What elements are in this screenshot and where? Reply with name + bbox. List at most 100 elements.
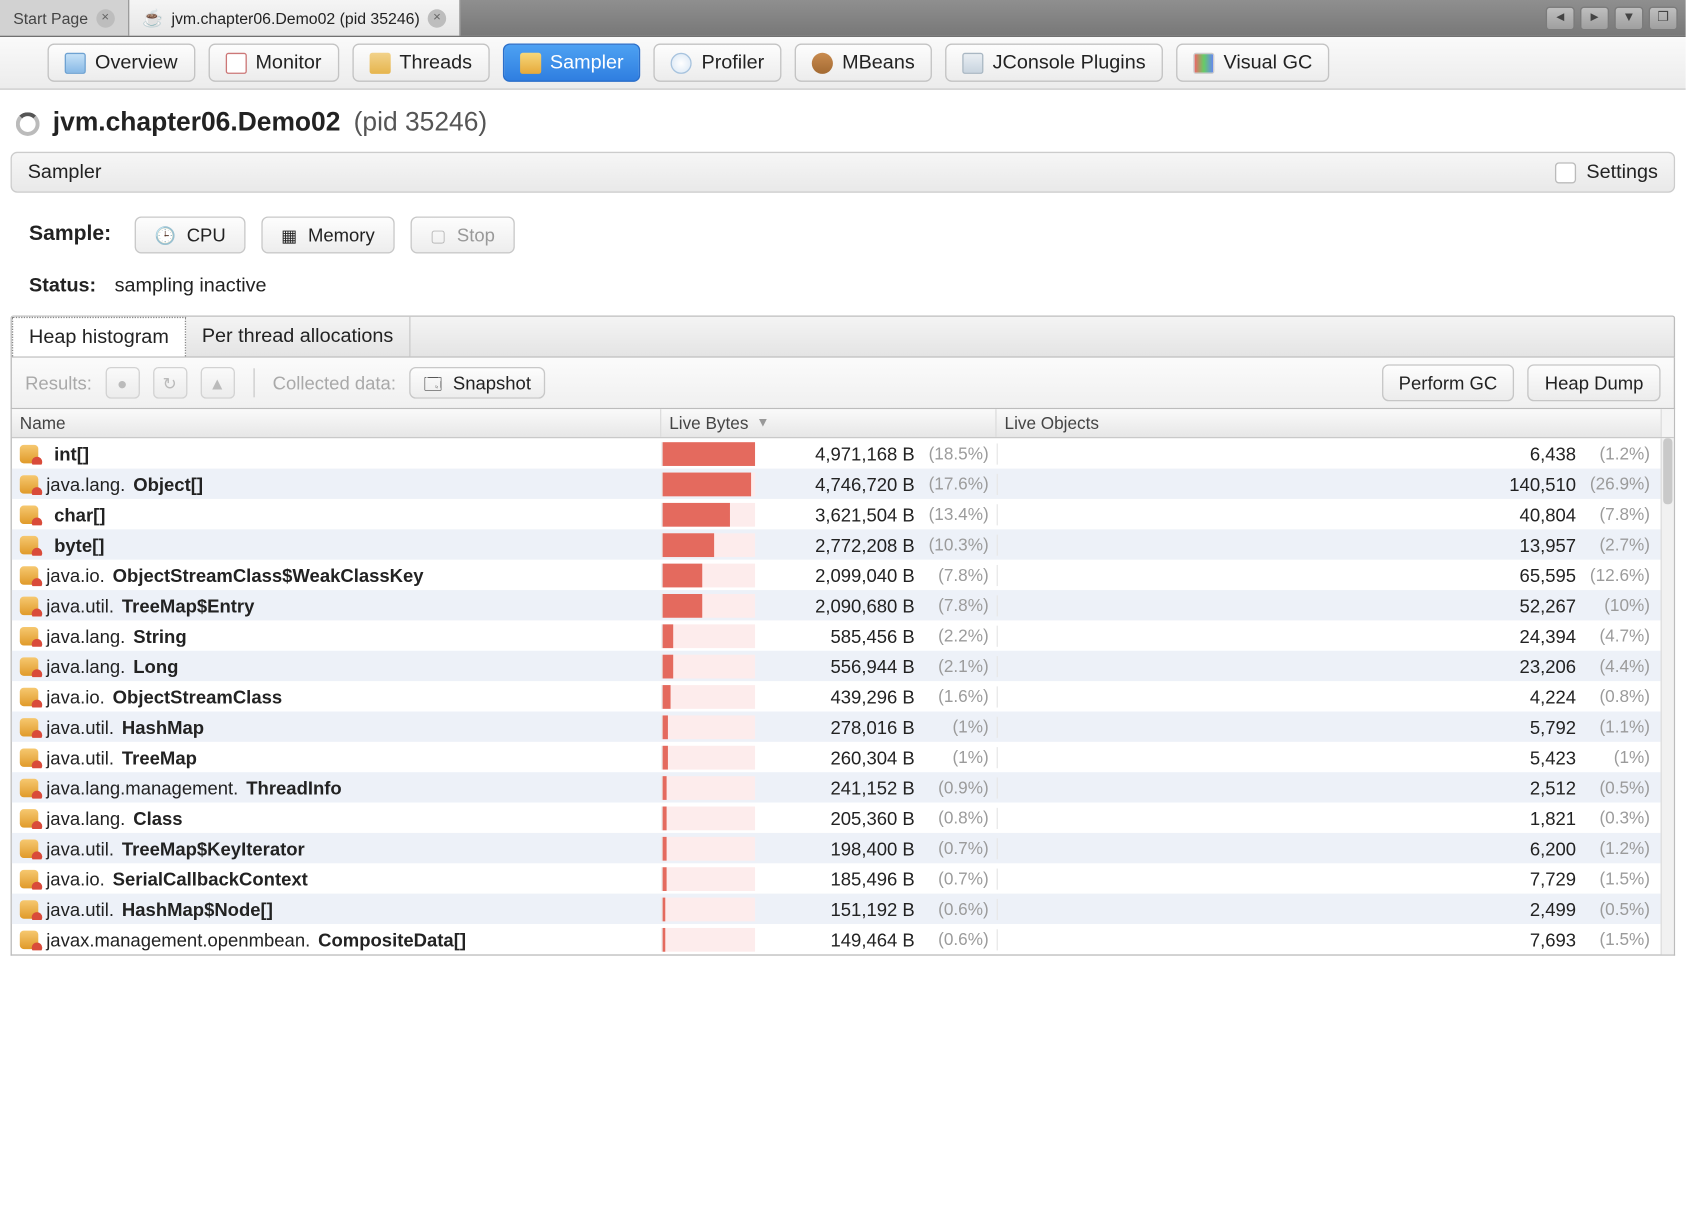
bytes-value: 3,621,504 B: [760, 504, 922, 525]
cell-bytes: 3,621,504 B(13.4%): [661, 502, 996, 526]
bytes-pct: (2.2%): [923, 626, 997, 646]
objects-value: 24,394: [998, 625, 1584, 646]
settings-toggle[interactable]: Settings: [1555, 161, 1658, 183]
tab-overview[interactable]: Overview: [48, 44, 195, 82]
tab-label: MBeans: [842, 51, 915, 73]
table-row[interactable]: java.io.ObjectStreamClass$WeakClassKey2,…: [12, 560, 1661, 590]
cell-name: java.util.TreeMap: [12, 746, 661, 767]
scrollbar-thumb[interactable]: [1663, 438, 1672, 504]
vertical-scrollbar[interactable]: [1661, 438, 1674, 954]
table-body: int[]4,971,168 B(18.5%)6,438(1.2%)java.l…: [12, 438, 1661, 954]
bar-fill: [663, 533, 714, 557]
column-live-objects[interactable]: Live Objects: [997, 409, 1661, 437]
table-row[interactable]: java.util.TreeMap$KeyIterator198,400 B(0…: [12, 833, 1661, 863]
stop-button[interactable]: ▢ Stop: [410, 216, 514, 253]
main-toolbar: Overview Monitor Threads Sampler Profile…: [0, 37, 1686, 90]
class-name: SerialCallbackContext: [113, 868, 308, 889]
table-row[interactable]: char[]3,621,504 B(13.4%)40,804(7.8%): [12, 499, 1661, 529]
class-name: TreeMap$Entry: [122, 595, 254, 616]
table-row[interactable]: javax.management.openmbean.CompositeData…: [12, 924, 1661, 954]
close-icon[interactable]: ×: [428, 9, 446, 27]
cell-objects: 6,438(1.2%): [997, 443, 1661, 464]
bar-bg: [663, 442, 755, 466]
table-row[interactable]: java.util.TreeMap260,304 B(1%)5,423(1%): [12, 742, 1661, 772]
table-row[interactable]: java.io.ObjectStreamClass439,296 B(1.6%)…: [12, 681, 1661, 711]
snapshot-button[interactable]: 🗔 Snapshot: [409, 367, 545, 399]
table-row[interactable]: java.lang.Class205,360 B(0.8%)1,821(0.3%…: [12, 803, 1661, 833]
app-tab-process[interactable]: ☕ jvm.chapter06.Demo02 (pid 35246) ×: [129, 0, 461, 36]
heap-dump-button[interactable]: Heap Dump: [1528, 364, 1661, 401]
table-row[interactable]: int[]4,971,168 B(18.5%)6,438(1.2%): [12, 438, 1661, 468]
bytes-pct: (0.9%): [923, 777, 997, 797]
objects-value: 2,512: [998, 777, 1584, 798]
table-row[interactable]: byte[]2,772,208 B(10.3%)13,957(2.7%): [12, 529, 1661, 559]
cell-objects: 2,512(0.5%): [997, 777, 1661, 798]
objects-pct: (1.2%): [1584, 838, 1661, 858]
table-row[interactable]: java.lang.String585,456 B(2.2%)24,394(4.…: [12, 620, 1661, 650]
objects-value: 1,821: [998, 807, 1584, 828]
objects-value: 13,957: [998, 534, 1584, 555]
tab-threads[interactable]: Threads: [352, 44, 489, 82]
tab-sampler[interactable]: Sampler: [502, 44, 640, 82]
collected-label: Collected data:: [273, 372, 396, 393]
close-icon[interactable]: ×: [96, 9, 114, 27]
class-prefix: java.lang.: [46, 807, 125, 828]
app-tab-label: Start Page: [13, 9, 88, 27]
tab-profiler[interactable]: Profiler: [654, 44, 781, 82]
class-prefix: java.io.: [46, 564, 105, 585]
table-row[interactable]: java.io.SerialCallbackContext185,496 B(0…: [12, 863, 1661, 893]
bytes-value: 2,772,208 B: [760, 534, 922, 555]
column-name[interactable]: Name: [12, 409, 661, 437]
triangle-icon: ▲: [209, 374, 226, 391]
bar-fill: [663, 472, 751, 496]
cell-name: byte[]: [12, 534, 661, 555]
cpu-button[interactable]: 🕒 CPU: [135, 216, 246, 253]
pause-button[interactable]: ●: [105, 367, 139, 399]
dropdown-button[interactable]: ▼: [1614, 6, 1643, 30]
subtab-heap-histogram[interactable]: Heap histogram: [12, 317, 186, 357]
class-icon: [20, 930, 38, 948]
objects-value: 5,423: [998, 746, 1584, 767]
app-tab-startpage[interactable]: Start Page ×: [0, 0, 129, 36]
table-row[interactable]: java.util.HashMap278,016 B(1%)5,792(1.1%…: [12, 711, 1661, 741]
tab-visualgc[interactable]: Visual GC: [1176, 44, 1329, 82]
bytes-value: 151,192 B: [760, 898, 922, 919]
objects-pct: (0.5%): [1584, 777, 1661, 797]
bytes-pct: (7.8%): [923, 595, 997, 615]
chip-icon: ▦: [281, 226, 297, 243]
subtab-per-thread[interactable]: Per thread allocations: [186, 317, 411, 357]
cell-bytes: 205,360 B(0.8%): [661, 806, 996, 830]
clock-icon: 🕒: [155, 226, 176, 243]
cell-name: java.lang.String: [12, 625, 661, 646]
perform-gc-button[interactable]: Perform GC: [1382, 364, 1515, 401]
table-row[interactable]: java.lang.Long556,944 B(2.1%)23,206(4.4%…: [12, 651, 1661, 681]
table-row[interactable]: java.util.TreeMap$Entry2,090,680 B(7.8%)…: [12, 590, 1661, 620]
nav-right-button[interactable]: ►: [1580, 6, 1609, 30]
tab-label: JConsole Plugins: [993, 51, 1146, 73]
cell-bytes: 585,456 B(2.2%): [661, 624, 996, 648]
cell-bytes: 556,944 B(2.1%): [661, 654, 996, 678]
bytes-pct: (0.6%): [923, 899, 997, 919]
table-row[interactable]: java.util.HashMap$Node[]151,192 B(0.6%)2…: [12, 894, 1661, 924]
bar-fill: [663, 593, 702, 617]
java-icon: ☕: [142, 9, 163, 26]
table-row[interactable]: java.lang.Object[]4,746,720 B(17.6%)140,…: [12, 469, 1661, 499]
bar-bg: [663, 867, 755, 891]
memory-button[interactable]: ▦ Memory: [261, 216, 394, 253]
objects-value: 65,595: [998, 564, 1584, 585]
deltas-button[interactable]: ▲: [200, 367, 234, 399]
objects-pct: (12.6%): [1584, 565, 1661, 585]
tab-mbeans[interactable]: MBeans: [795, 44, 932, 82]
maximize-button[interactable]: ❐: [1649, 6, 1678, 30]
class-prefix: java.lang.: [46, 655, 125, 676]
bar-bg: [663, 654, 755, 678]
objects-pct: (10%): [1584, 595, 1661, 615]
nav-left-button[interactable]: ◄: [1546, 6, 1575, 30]
column-live-bytes[interactable]: Live Bytes ▼: [661, 409, 996, 437]
cell-objects: 23,206(4.4%): [997, 655, 1661, 676]
tab-monitor[interactable]: Monitor: [208, 44, 339, 82]
refresh-button[interactable]: ↻: [153, 367, 187, 399]
class-prefix: javax.management.openmbean.: [46, 929, 310, 950]
table-row[interactable]: java.lang.management.ThreadInfo241,152 B…: [12, 772, 1661, 802]
tab-jconsole[interactable]: JConsole Plugins: [945, 44, 1163, 82]
